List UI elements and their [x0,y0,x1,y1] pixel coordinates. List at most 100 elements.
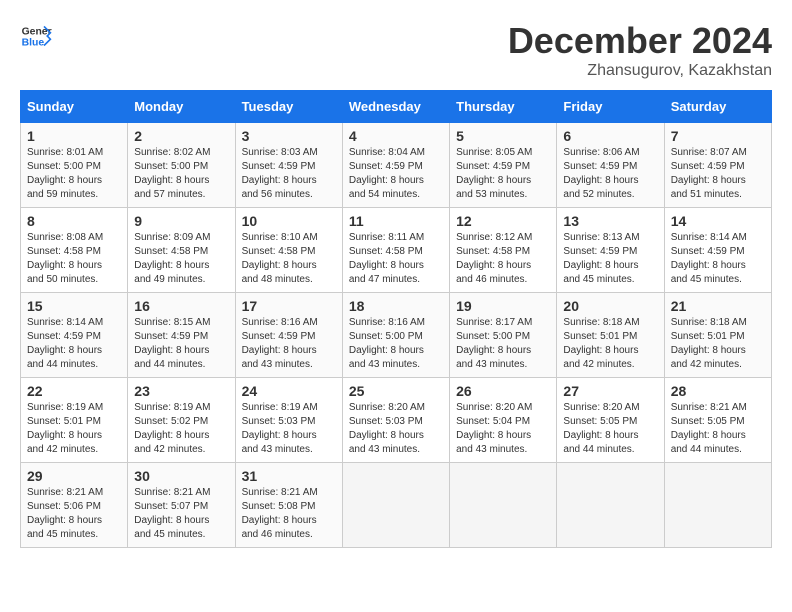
day-number: 30 [134,468,228,484]
day-number: 5 [456,128,550,144]
day-number: 17 [242,298,336,314]
calendar-cell: 29 Sunrise: 8:21 AMSunset: 5:06 PMDaylig… [21,463,128,548]
calendar-cell: 14 Sunrise: 8:14 AMSunset: 4:59 PMDaylig… [664,208,771,293]
day-info: Sunrise: 8:06 AMSunset: 4:59 PMDaylight:… [563,147,639,200]
day-info: Sunrise: 8:14 AMSunset: 4:59 PMDaylight:… [27,317,103,370]
calendar-cell: 4 Sunrise: 8:04 AMSunset: 4:59 PMDayligh… [342,123,449,208]
day-number: 22 [27,383,121,399]
day-number: 29 [27,468,121,484]
calendar-cell: 28 Sunrise: 8:21 AMSunset: 5:05 PMDaylig… [664,378,771,463]
page-header: General Blue December 2024 Zhansugurov, … [20,20,772,80]
calendar-cell: 18 Sunrise: 8:16 AMSunset: 5:00 PMDaylig… [342,293,449,378]
day-info: Sunrise: 8:01 AMSunset: 5:00 PMDaylight:… [27,147,103,200]
weekday-header-saturday: Saturday [664,91,771,123]
day-number: 28 [671,383,765,399]
calendar-cell: 1 Sunrise: 8:01 AMSunset: 5:00 PMDayligh… [21,123,128,208]
day-number: 31 [242,468,336,484]
calendar-cell [664,463,771,548]
calendar-cell: 26 Sunrise: 8:20 AMSunset: 5:04 PMDaylig… [450,378,557,463]
calendar-week-row: 22 Sunrise: 8:19 AMSunset: 5:01 PMDaylig… [21,378,772,463]
day-number: 18 [349,298,443,314]
day-info: Sunrise: 8:14 AMSunset: 4:59 PMDaylight:… [671,232,747,285]
day-number: 14 [671,213,765,229]
calendar-cell [557,463,664,548]
day-number: 16 [134,298,228,314]
location: Zhansugurov, Kazakhstan [508,62,772,80]
day-info: Sunrise: 8:05 AMSunset: 4:59 PMDaylight:… [456,147,532,200]
calendar-week-row: 29 Sunrise: 8:21 AMSunset: 5:06 PMDaylig… [21,463,772,548]
calendar-table: SundayMondayTuesdayWednesdayThursdayFrid… [20,90,772,548]
day-number: 24 [242,383,336,399]
calendar-cell: 31 Sunrise: 8:21 AMSunset: 5:08 PMDaylig… [235,463,342,548]
day-info: Sunrise: 8:04 AMSunset: 4:59 PMDaylight:… [349,147,425,200]
calendar-cell: 15 Sunrise: 8:14 AMSunset: 4:59 PMDaylig… [21,293,128,378]
svg-text:Blue: Blue [22,38,45,49]
weekday-header-sunday: Sunday [21,91,128,123]
day-info: Sunrise: 8:03 AMSunset: 4:59 PMDaylight:… [242,147,318,200]
day-info: Sunrise: 8:16 AMSunset: 4:59 PMDaylight:… [242,317,318,370]
day-info: Sunrise: 8:07 AMSunset: 4:59 PMDaylight:… [671,147,747,200]
day-info: Sunrise: 8:20 AMSunset: 5:05 PMDaylight:… [563,402,639,455]
calendar-cell: 23 Sunrise: 8:19 AMSunset: 5:02 PMDaylig… [128,378,235,463]
calendar-cell: 7 Sunrise: 8:07 AMSunset: 4:59 PMDayligh… [664,123,771,208]
day-info: Sunrise: 8:08 AMSunset: 4:58 PMDaylight:… [27,232,103,285]
day-info: Sunrise: 8:20 AMSunset: 5:03 PMDaylight:… [349,402,425,455]
day-number: 26 [456,383,550,399]
day-number: 27 [563,383,657,399]
day-number: 23 [134,383,228,399]
day-info: Sunrise: 8:19 AMSunset: 5:01 PMDaylight:… [27,402,103,455]
day-number: 8 [27,213,121,229]
day-number: 7 [671,128,765,144]
day-info: Sunrise: 8:21 AMSunset: 5:06 PMDaylight:… [27,487,103,540]
calendar-week-row: 15 Sunrise: 8:14 AMSunset: 4:59 PMDaylig… [21,293,772,378]
weekday-header-row: SundayMondayTuesdayWednesdayThursdayFrid… [21,91,772,123]
calendar-cell: 25 Sunrise: 8:20 AMSunset: 5:03 PMDaylig… [342,378,449,463]
day-info: Sunrise: 8:02 AMSunset: 5:00 PMDaylight:… [134,147,210,200]
calendar-cell: 8 Sunrise: 8:08 AMSunset: 4:58 PMDayligh… [21,208,128,293]
logo-icon: General Blue [20,20,52,52]
day-number: 9 [134,213,228,229]
day-info: Sunrise: 8:18 AMSunset: 5:01 PMDaylight:… [563,317,639,370]
calendar-cell: 30 Sunrise: 8:21 AMSunset: 5:07 PMDaylig… [128,463,235,548]
day-info: Sunrise: 8:13 AMSunset: 4:59 PMDaylight:… [563,232,639,285]
calendar-cell: 9 Sunrise: 8:09 AMSunset: 4:58 PMDayligh… [128,208,235,293]
calendar-cell: 13 Sunrise: 8:13 AMSunset: 4:59 PMDaylig… [557,208,664,293]
day-number: 10 [242,213,336,229]
day-number: 6 [563,128,657,144]
calendar-cell: 17 Sunrise: 8:16 AMSunset: 4:59 PMDaylig… [235,293,342,378]
weekday-header-tuesday: Tuesday [235,91,342,123]
day-info: Sunrise: 8:15 AMSunset: 4:59 PMDaylight:… [134,317,210,370]
weekday-header-friday: Friday [557,91,664,123]
day-number: 3 [242,128,336,144]
day-info: Sunrise: 8:12 AMSunset: 4:58 PMDaylight:… [456,232,532,285]
calendar-week-row: 8 Sunrise: 8:08 AMSunset: 4:58 PMDayligh… [21,208,772,293]
day-number: 1 [27,128,121,144]
day-info: Sunrise: 8:10 AMSunset: 4:58 PMDaylight:… [242,232,318,285]
calendar-cell: 6 Sunrise: 8:06 AMSunset: 4:59 PMDayligh… [557,123,664,208]
day-number: 4 [349,128,443,144]
day-number: 21 [671,298,765,314]
day-number: 2 [134,128,228,144]
day-info: Sunrise: 8:21 AMSunset: 5:08 PMDaylight:… [242,487,318,540]
title-block: December 2024 Zhansugurov, Kazakhstan [508,20,772,80]
calendar-cell: 20 Sunrise: 8:18 AMSunset: 5:01 PMDaylig… [557,293,664,378]
calendar-cell: 22 Sunrise: 8:19 AMSunset: 5:01 PMDaylig… [21,378,128,463]
day-info: Sunrise: 8:18 AMSunset: 5:01 PMDaylight:… [671,317,747,370]
calendar-cell [450,463,557,548]
month-title: December 2024 [508,20,772,62]
weekday-header-monday: Monday [128,91,235,123]
day-number: 25 [349,383,443,399]
calendar-week-row: 1 Sunrise: 8:01 AMSunset: 5:00 PMDayligh… [21,123,772,208]
day-number: 20 [563,298,657,314]
calendar-cell: 2 Sunrise: 8:02 AMSunset: 5:00 PMDayligh… [128,123,235,208]
calendar-cell [342,463,449,548]
day-info: Sunrise: 8:16 AMSunset: 5:00 PMDaylight:… [349,317,425,370]
calendar-cell: 3 Sunrise: 8:03 AMSunset: 4:59 PMDayligh… [235,123,342,208]
calendar-cell: 10 Sunrise: 8:10 AMSunset: 4:58 PMDaylig… [235,208,342,293]
weekday-header-wednesday: Wednesday [342,91,449,123]
day-info: Sunrise: 8:21 AMSunset: 5:07 PMDaylight:… [134,487,210,540]
day-number: 11 [349,213,443,229]
day-info: Sunrise: 8:17 AMSunset: 5:00 PMDaylight:… [456,317,532,370]
day-number: 15 [27,298,121,314]
day-info: Sunrise: 8:11 AMSunset: 4:58 PMDaylight:… [349,232,424,285]
